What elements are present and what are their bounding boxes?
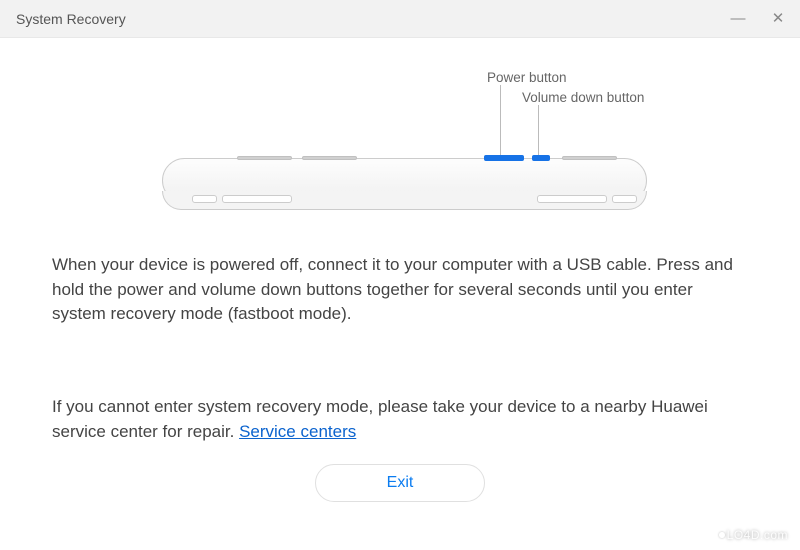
titlebar: System Recovery — ✕ (0, 0, 800, 38)
device-diagram: Power button Volume down button (52, 58, 748, 233)
close-button[interactable]: ✕ (768, 11, 788, 26)
phone-top-button (302, 156, 357, 160)
watermark: LO4D.com (719, 528, 788, 542)
volume-down-highlight (532, 155, 550, 161)
minimize-button[interactable]: — (728, 11, 748, 26)
fallback-sentence: If you cannot enter system recovery mode… (52, 397, 708, 441)
service-centers-link[interactable]: Service centers (239, 422, 356, 441)
phone-port (537, 195, 607, 203)
phone-top-button (237, 156, 292, 160)
power-button-label: Power button (487, 68, 567, 88)
phone-port (192, 195, 217, 203)
phone-port (222, 195, 292, 203)
phone-illustration (162, 153, 647, 223)
fallback-text: If you cannot enter system recovery mode… (52, 395, 748, 444)
volume-down-label: Volume down button (522, 88, 644, 108)
phone-top-button (562, 156, 617, 160)
window-controls: — ✕ (728, 11, 788, 26)
power-button-highlight (484, 155, 524, 161)
phone-port (612, 195, 637, 203)
exit-button[interactable]: Exit (315, 464, 485, 502)
watermark-icon (719, 532, 725, 538)
window-title: System Recovery (16, 11, 728, 27)
content-area: Power button Volume down button When you… (0, 38, 800, 502)
watermark-text: LO4D.com (727, 528, 788, 542)
instructions-text: When your device is powered off, connect… (52, 253, 748, 327)
